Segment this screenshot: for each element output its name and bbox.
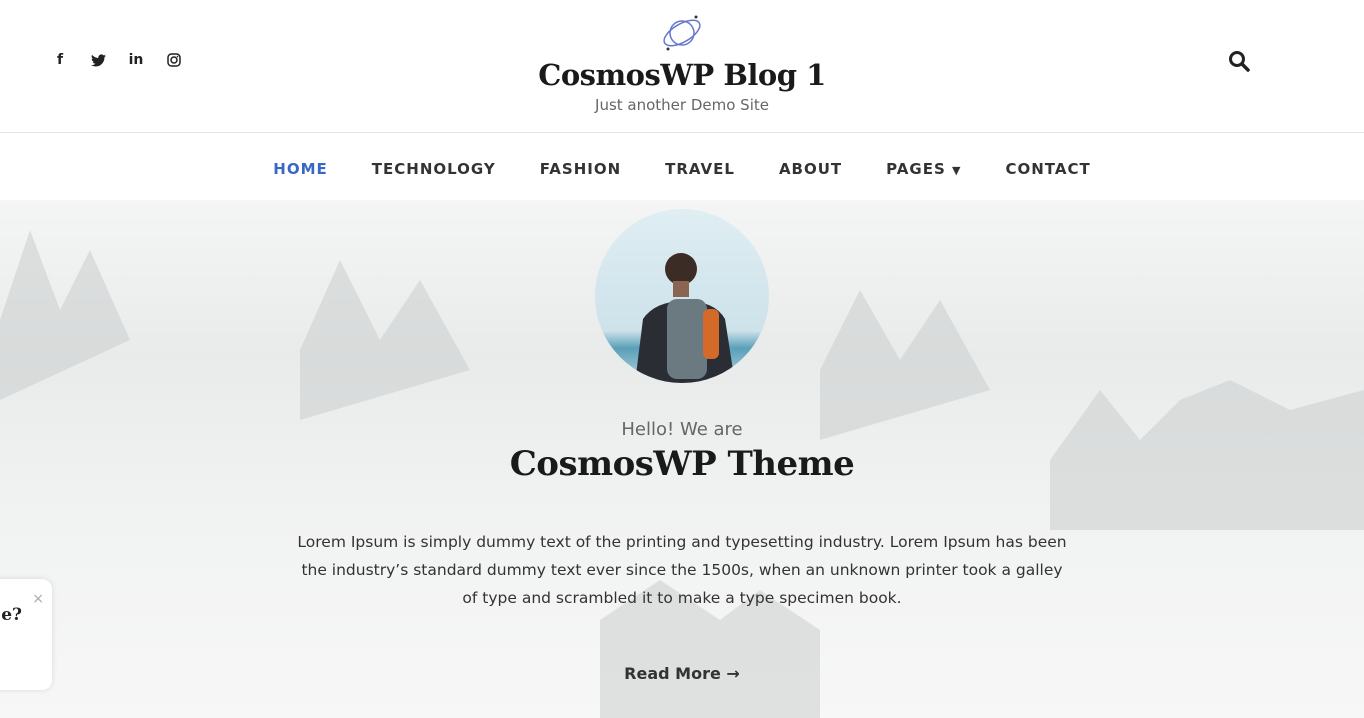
nav-home[interactable]: HOME	[273, 160, 327, 178]
hero-greeting: Hello! We are	[621, 419, 743, 440]
site-tagline: Just another Demo Site	[595, 96, 769, 114]
nav-pages-label: PAGES	[886, 160, 946, 178]
close-icon[interactable]: ×	[32, 591, 44, 607]
nav-contact[interactable]: CONTACT	[1005, 160, 1090, 178]
avatar-image	[595, 209, 769, 383]
nav-about[interactable]: ABOUT	[779, 160, 842, 178]
site-branding[interactable]: CosmosWP Blog 1 Just another Demo Site	[0, 12, 1364, 114]
popup-widget: e? ×	[0, 579, 52, 690]
hero-description: Lorem Ipsum is simply dummy text of the …	[297, 533, 1067, 607]
nav-travel[interactable]: TRAVEL	[665, 160, 735, 178]
hero-heading: CosmosWP Theme	[509, 444, 855, 484]
arrow-right-icon: →	[726, 664, 740, 683]
main-nav: HOME TECHNOLOGY FASHION TRAVEL ABOUT PAG…	[0, 133, 1364, 205]
hero-content: Hello! We are CosmosWP Theme Lorem Ipsum…	[0, 200, 1364, 683]
read-more-label: Read More	[624, 664, 721, 683]
nav-pages[interactable]: PAGES ▼	[886, 160, 961, 178]
nav-technology[interactable]: TECHNOLOGY	[372, 160, 496, 178]
search-icon[interactable]	[1228, 50, 1250, 76]
planet-logo-icon	[663, 15, 701, 51]
site-title[interactable]: CosmosWP Blog 1	[0, 58, 1364, 92]
nav-fashion[interactable]: FASHION	[540, 160, 621, 178]
read-more-link[interactable]: Read More →	[0, 664, 1364, 683]
popup-text: e?	[1, 605, 22, 625]
site-header: f in CosmosWP Blog 1 Just another Demo S…	[0, 0, 1364, 133]
chevron-down-icon: ▼	[951, 164, 962, 177]
